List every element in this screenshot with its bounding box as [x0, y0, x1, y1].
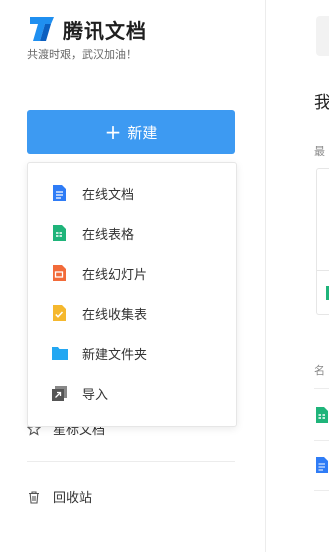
slide-icon: [53, 265, 66, 281]
menu-item-new-folder[interactable]: 新建文件夹: [28, 333, 236, 373]
menu-item-online-form[interactable]: 在线收集表: [28, 293, 236, 333]
list-divider: [314, 440, 329, 441]
menu-item-import[interactable]: 导入: [28, 373, 236, 413]
new-button-label: 新建: [127, 123, 158, 142]
sidebar-divider: [27, 461, 235, 462]
sidebar-item-label: 回收站: [53, 491, 93, 506]
menu-item-label: 在线文档: [82, 187, 135, 203]
menu-item-label: 在线收集表: [82, 307, 148, 323]
menu-item-label: 导入: [82, 387, 109, 403]
sidebar: 腾讯文档 共渡时艰，武汉加油！ + 新建 星标文档 回收站 在线文档 在线表格 …: [0, 0, 266, 552]
slogan: 共渡时艰，武汉加油！: [27, 48, 137, 61]
sheet-icon: [53, 225, 66, 241]
card-divider: [316, 270, 329, 271]
app-name: 腾讯文档: [63, 18, 147, 43]
name-column-header: 名: [314, 364, 325, 377]
sidebar-item-trash[interactable]: 回收站: [27, 487, 92, 506]
page-title: 我: [314, 93, 329, 113]
menu-item-label: 在线幻灯片: [82, 267, 148, 283]
sheet-icon: [316, 407, 328, 423]
menu-item-online-doc[interactable]: 在线文档: [28, 173, 236, 213]
logo-icon: [30, 17, 54, 41]
new-button[interactable]: + 新建: [27, 110, 235, 154]
doc-icon: [316, 457, 328, 473]
doc-icon: [53, 185, 66, 201]
folder-icon: [52, 347, 68, 360]
import-icon: [52, 385, 67, 401]
new-menu: 在线文档 在线表格 在线幻灯片 在线收集表 新建文件夹 导入: [27, 162, 237, 427]
list-divider: [314, 490, 329, 491]
menu-item-label: 在线表格: [82, 227, 135, 243]
search-box[interactable]: [316, 16, 329, 56]
trash-icon: [29, 490, 39, 504]
main-content: 我 最 名: [266, 0, 329, 552]
menu-item-online-slide[interactable]: 在线幻灯片: [28, 253, 236, 293]
plus-icon: +: [104, 120, 122, 144]
list-divider: [314, 388, 329, 389]
menu-item-online-sheet[interactable]: 在线表格: [28, 213, 236, 253]
recent-label: 最: [314, 145, 325, 158]
app-logo[interactable]: 腾讯文档: [27, 14, 147, 44]
form-icon: [53, 305, 66, 321]
menu-item-label: 新建文件夹: [82, 347, 148, 363]
